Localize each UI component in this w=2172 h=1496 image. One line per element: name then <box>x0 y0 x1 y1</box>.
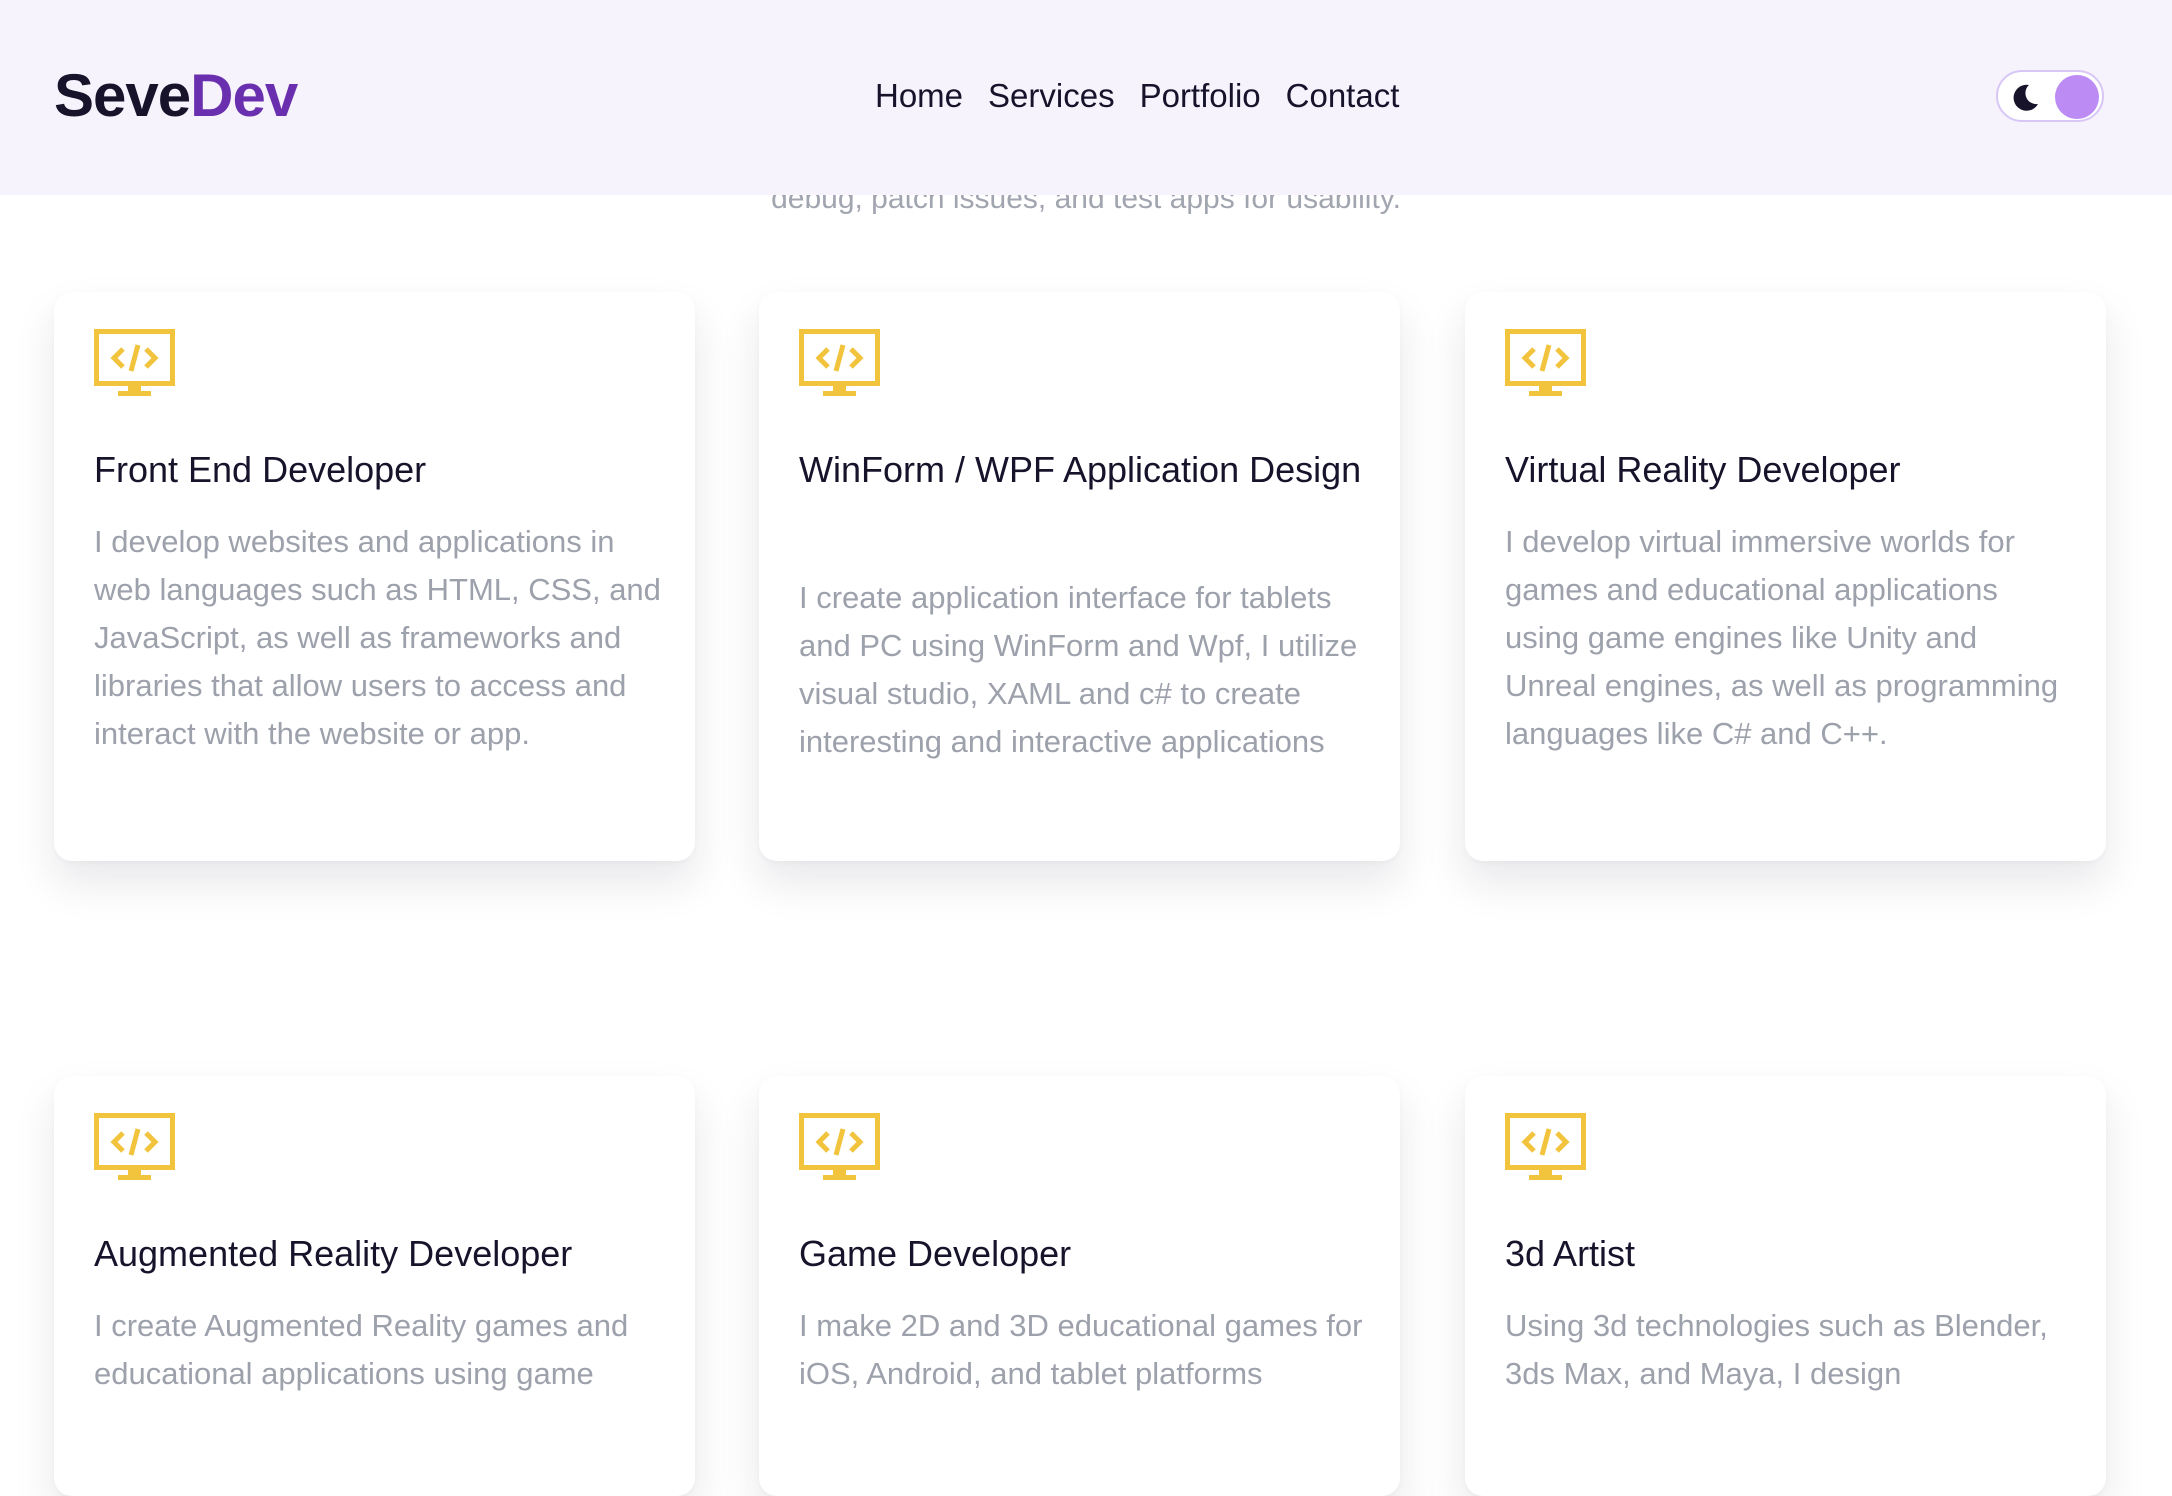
service-description: I develop virtual immersive worlds for g… <box>1505 524 2059 751</box>
service-description: I develop websites and applications in w… <box>94 524 661 751</box>
service-card-front-end: Front End Developer I develop websites a… <box>54 292 695 861</box>
brand-name-part2: Dev <box>190 62 298 129</box>
service-title: Virtual Reality Developer <box>1505 449 1901 490</box>
theme-toggle[interactable] <box>1996 70 2104 122</box>
service-description: I create Augmented Reality games and edu… <box>94 1308 629 1391</box>
brand-logo[interactable]: SeveDev <box>54 60 298 132</box>
service-card-virtual-reality: Virtual Reality Developer I develop virt… <box>1465 292 2106 861</box>
service-title: Front End Developer <box>94 449 427 490</box>
service-description: I create application interface for table… <box>799 580 1358 759</box>
code-monitor-icon <box>799 1113 880 1180</box>
main-nav: Home Services Portfolio Contact <box>875 70 1399 122</box>
moon-icon <box>2013 84 2038 111</box>
code-monitor-icon <box>799 329 880 396</box>
service-title: 3d Artist <box>1505 1233 1636 1274</box>
service-card-3d-artist: 3d Artist Using 3d technologies such as … <box>1465 1076 2106 1496</box>
nav-services[interactable]: Services <box>988 70 1115 122</box>
code-monitor-icon <box>1505 329 1586 396</box>
toggle-knob <box>2055 75 2099 119</box>
service-description: I make 2D and 3D educational games for i… <box>799 1308 1363 1391</box>
service-title: WinForm / WPF Application Design <box>799 449 1362 490</box>
nav-portfolio[interactable]: Portfolio <box>1140 70 1261 122</box>
service-card-augmented-reality: Augmented Reality Developer I create Aug… <box>54 1076 695 1496</box>
nav-contact[interactable]: Contact <box>1286 70 1400 122</box>
brand-name-part1: Seve <box>54 62 191 129</box>
service-description: Using 3d technologies such as Blender, 3… <box>1505 1308 2048 1391</box>
code-monitor-icon <box>1505 1113 1586 1180</box>
service-card-winform-wpf: WinForm / WPF Application Design I creat… <box>759 292 1400 861</box>
code-monitor-icon <box>94 1113 175 1180</box>
service-card-game-developer: Game Developer I make 2D and 3D educatio… <box>759 1076 1400 1496</box>
code-monitor-icon <box>94 329 175 396</box>
service-title: Augmented Reality Developer <box>94 1233 573 1274</box>
nav-home[interactable]: Home <box>875 70 963 122</box>
service-title: Game Developer <box>799 1233 1072 1274</box>
site-header: SeveDev Home Services Portfolio Contact <box>0 0 2172 195</box>
